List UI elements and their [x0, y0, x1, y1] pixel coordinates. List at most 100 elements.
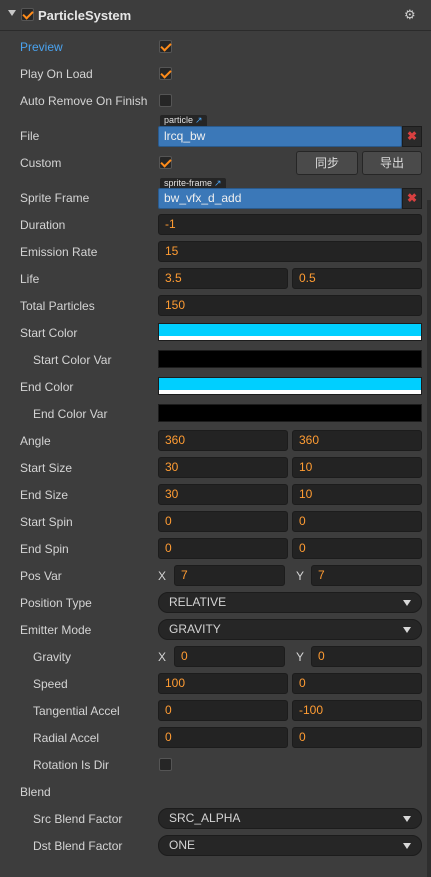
- start-color-var-label: Start Color Var: [33, 353, 112, 367]
- total-particles-label: Total Particles: [20, 299, 95, 313]
- life-label: Life: [20, 272, 40, 286]
- dst-blend-label: Dst Blend Factor: [33, 839, 123, 853]
- gravity-label: Gravity: [33, 650, 72, 664]
- preview-label: Preview: [20, 40, 63, 54]
- file-clear-icon[interactable]: ✖: [402, 126, 422, 147]
- play-on-load-label: Play On Load: [20, 67, 93, 81]
- end-color-fill: [159, 378, 421, 390]
- file-label: File: [20, 129, 40, 143]
- position-type-label: Position Type: [20, 596, 92, 610]
- duration-input[interactable]: -1: [158, 214, 422, 235]
- end-color-swatch[interactable]: [158, 377, 422, 395]
- component-enabled-checkbox[interactable]: [21, 8, 34, 21]
- start-color-var-swatch[interactable]: [158, 350, 422, 368]
- end-size-var-input[interactable]: 10: [292, 484, 422, 505]
- speed-var-input[interactable]: 0: [292, 673, 422, 694]
- gravity-y-input[interactable]: 0: [311, 646, 422, 667]
- start-color-label: Start Color: [20, 326, 78, 340]
- radial-accel-var-input[interactable]: 0: [292, 727, 422, 748]
- rotation-is-dir-label: Rotation Is Dir: [33, 758, 110, 772]
- life-input[interactable]: 3.5: [158, 268, 288, 289]
- tangential-accel-label: Tangential Accel: [33, 704, 120, 718]
- emitter-mode-select[interactable]: GRAVITY: [158, 619, 422, 640]
- custom-label: Custom: [20, 156, 62, 170]
- angle-var-input[interactable]: 360: [292, 430, 422, 451]
- start-spin-label: Start Spin: [20, 515, 73, 529]
- sprite-frame-clear-icon[interactable]: ✖: [402, 188, 422, 209]
- src-blend-value: SRC_ALPHA: [169, 811, 241, 825]
- tangential-accel-input[interactable]: 0: [158, 700, 288, 721]
- end-color-var-label: End Color Var: [33, 407, 108, 421]
- auto-remove-checkbox[interactable]: [159, 94, 172, 107]
- pos-var-x-label: X: [158, 569, 167, 583]
- speed-input[interactable]: 100: [158, 673, 288, 694]
- dst-blend-select[interactable]: ONE: [158, 835, 422, 856]
- rotation-is-dir-checkbox[interactable]: [159, 758, 172, 771]
- end-size-input[interactable]: 30: [158, 484, 288, 505]
- component-header: ParticleSystem ⚙: [0, 0, 431, 31]
- chevron-down-icon: [403, 843, 411, 849]
- pos-var-label: Pos Var: [20, 569, 62, 583]
- gear-icon[interactable]: ⚙: [404, 7, 416, 23]
- start-color-fill: [159, 324, 421, 336]
- external-link-icon[interactable]: ↗: [195, 115, 203, 125]
- end-color-label: End Color: [20, 380, 74, 394]
- pos-var-y-input[interactable]: 7: [311, 565, 422, 586]
- duration-label: Duration: [20, 218, 66, 232]
- start-size-label: Start Size: [20, 461, 73, 475]
- pos-var-y-label: Y: [296, 569, 305, 583]
- start-size-input[interactable]: 30: [158, 457, 288, 478]
- end-color-var-swatch[interactable]: [158, 404, 422, 422]
- blend-label: Blend: [20, 785, 51, 799]
- radial-accel-input[interactable]: 0: [158, 727, 288, 748]
- start-spin-var-input[interactable]: 0: [292, 511, 422, 532]
- speed-label: Speed: [33, 677, 68, 691]
- end-size-label: End Size: [20, 488, 69, 502]
- position-type-select[interactable]: RELATIVE: [158, 592, 422, 613]
- chevron-down-icon: [403, 816, 411, 822]
- end-spin-input[interactable]: 0: [158, 538, 288, 559]
- start-color-var-fill: [159, 351, 421, 367]
- file-asset-field[interactable]: lrcq_bw: [158, 126, 402, 147]
- component-title: ParticleSystem: [38, 8, 132, 23]
- emitter-mode-label: Emitter Mode: [20, 623, 92, 637]
- pos-var-x-input[interactable]: 7: [174, 565, 285, 586]
- play-on-load-checkbox[interactable]: [159, 67, 172, 80]
- custom-checkbox[interactable]: [159, 156, 172, 169]
- sprite-frame-type-text: sprite-frame: [164, 178, 213, 188]
- dst-blend-value: ONE: [169, 838, 196, 852]
- angle-input[interactable]: 360: [158, 430, 288, 451]
- src-blend-select[interactable]: SRC_ALPHA: [158, 808, 422, 829]
- export-button[interactable]: 导出: [362, 151, 422, 175]
- end-spin-label: End Spin: [20, 542, 69, 556]
- gravity-x-input[interactable]: 0: [174, 646, 285, 667]
- sprite-frame-label: Sprite Frame: [20, 191, 90, 205]
- emission-rate-input[interactable]: 15: [158, 241, 422, 262]
- emitter-mode-value: GRAVITY: [169, 622, 221, 636]
- position-type-value: RELATIVE: [169, 595, 227, 609]
- start-color-alpha-bar: [159, 336, 421, 340]
- auto-remove-label: Auto Remove On Finish: [20, 94, 148, 108]
- tangential-accel-var-input[interactable]: -100: [292, 700, 422, 721]
- scrollbar[interactable]: [427, 200, 431, 877]
- sprite-frame-asset-field[interactable]: bw_vfx_d_add: [158, 188, 402, 209]
- radial-accel-label: Radial Accel: [33, 731, 100, 745]
- start-color-swatch[interactable]: [158, 323, 422, 341]
- end-color-var-fill: [159, 405, 421, 421]
- start-spin-input[interactable]: 0: [158, 511, 288, 532]
- gravity-x-label: X: [158, 650, 167, 664]
- end-color-alpha-bar: [159, 390, 421, 394]
- end-spin-var-input[interactable]: 0: [292, 538, 422, 559]
- external-link-icon[interactable]: ↗: [214, 178, 222, 188]
- preview-checkbox[interactable]: [159, 40, 172, 53]
- total-particles-input[interactable]: 150: [158, 295, 422, 316]
- chevron-down-icon: [403, 600, 411, 606]
- gravity-y-label: Y: [296, 650, 305, 664]
- start-size-var-input[interactable]: 10: [292, 457, 422, 478]
- chevron-down-icon: [403, 627, 411, 633]
- collapse-arrow-icon[interactable]: [8, 10, 16, 16]
- file-type-text: particle: [164, 115, 194, 125]
- sync-button[interactable]: 同步: [296, 151, 358, 175]
- life-var-input[interactable]: 0.5: [292, 268, 422, 289]
- src-blend-label: Src Blend Factor: [33, 812, 123, 826]
